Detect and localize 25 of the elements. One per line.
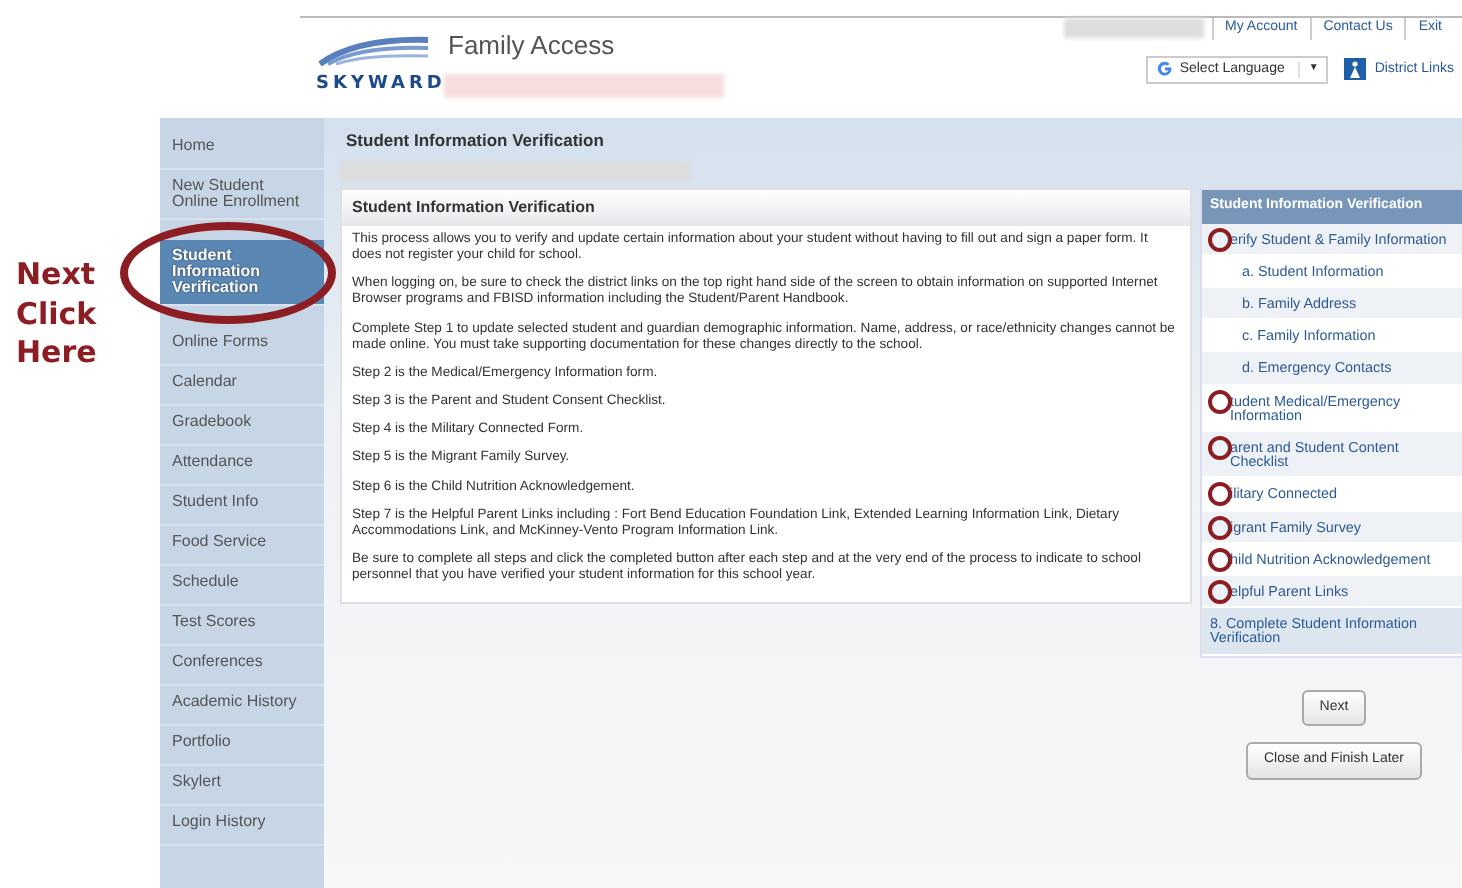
page-title: Student Information Verification	[344, 128, 606, 154]
sidebar-item[interactable]: Skylert	[160, 766, 324, 806]
skyward-swoosh-icon	[316, 33, 432, 66]
person-icon	[1344, 58, 1367, 81]
google-g-icon	[1155, 60, 1174, 79]
sidebar-item[interactable]: Test Scores	[160, 606, 324, 646]
sidebar-item[interactable]: Food Service	[160, 526, 324, 566]
redacted-block	[1063, 18, 1204, 39]
sidebar-item[interactable]: Gradebook	[160, 406, 324, 446]
sidebar-item[interactable]: Attendance	[160, 446, 324, 486]
sidebar-item[interactable]: Conferences	[160, 646, 324, 686]
sidebar-item[interactable]: Calendar	[160, 366, 324, 406]
sidebar-item[interactable]: Student Information Verification	[160, 240, 324, 306]
sidebar-item[interactable]: Online Forms	[160, 326, 324, 366]
sidebar-item[interactable]: New Student Online Enrollment	[160, 170, 324, 220]
annotation-text: Next Click Here	[16, 256, 99, 373]
sidebar-item[interactable]: Login History	[160, 806, 324, 846]
sidebar-item[interactable]: Portfolio	[160, 726, 324, 766]
sidebar-item[interactable]: Academic History	[160, 686, 324, 726]
logo-text: SKYWARD	[316, 74, 444, 94]
panel-title: Student Information Verification	[342, 190, 1190, 226]
sidebar-item[interactable]: Home	[160, 130, 324, 170]
sidebar-item[interactable]: Schedule	[160, 566, 324, 606]
app-title: Family Access	[448, 28, 617, 64]
sidebar-item[interactable]: Student Info	[160, 486, 324, 526]
